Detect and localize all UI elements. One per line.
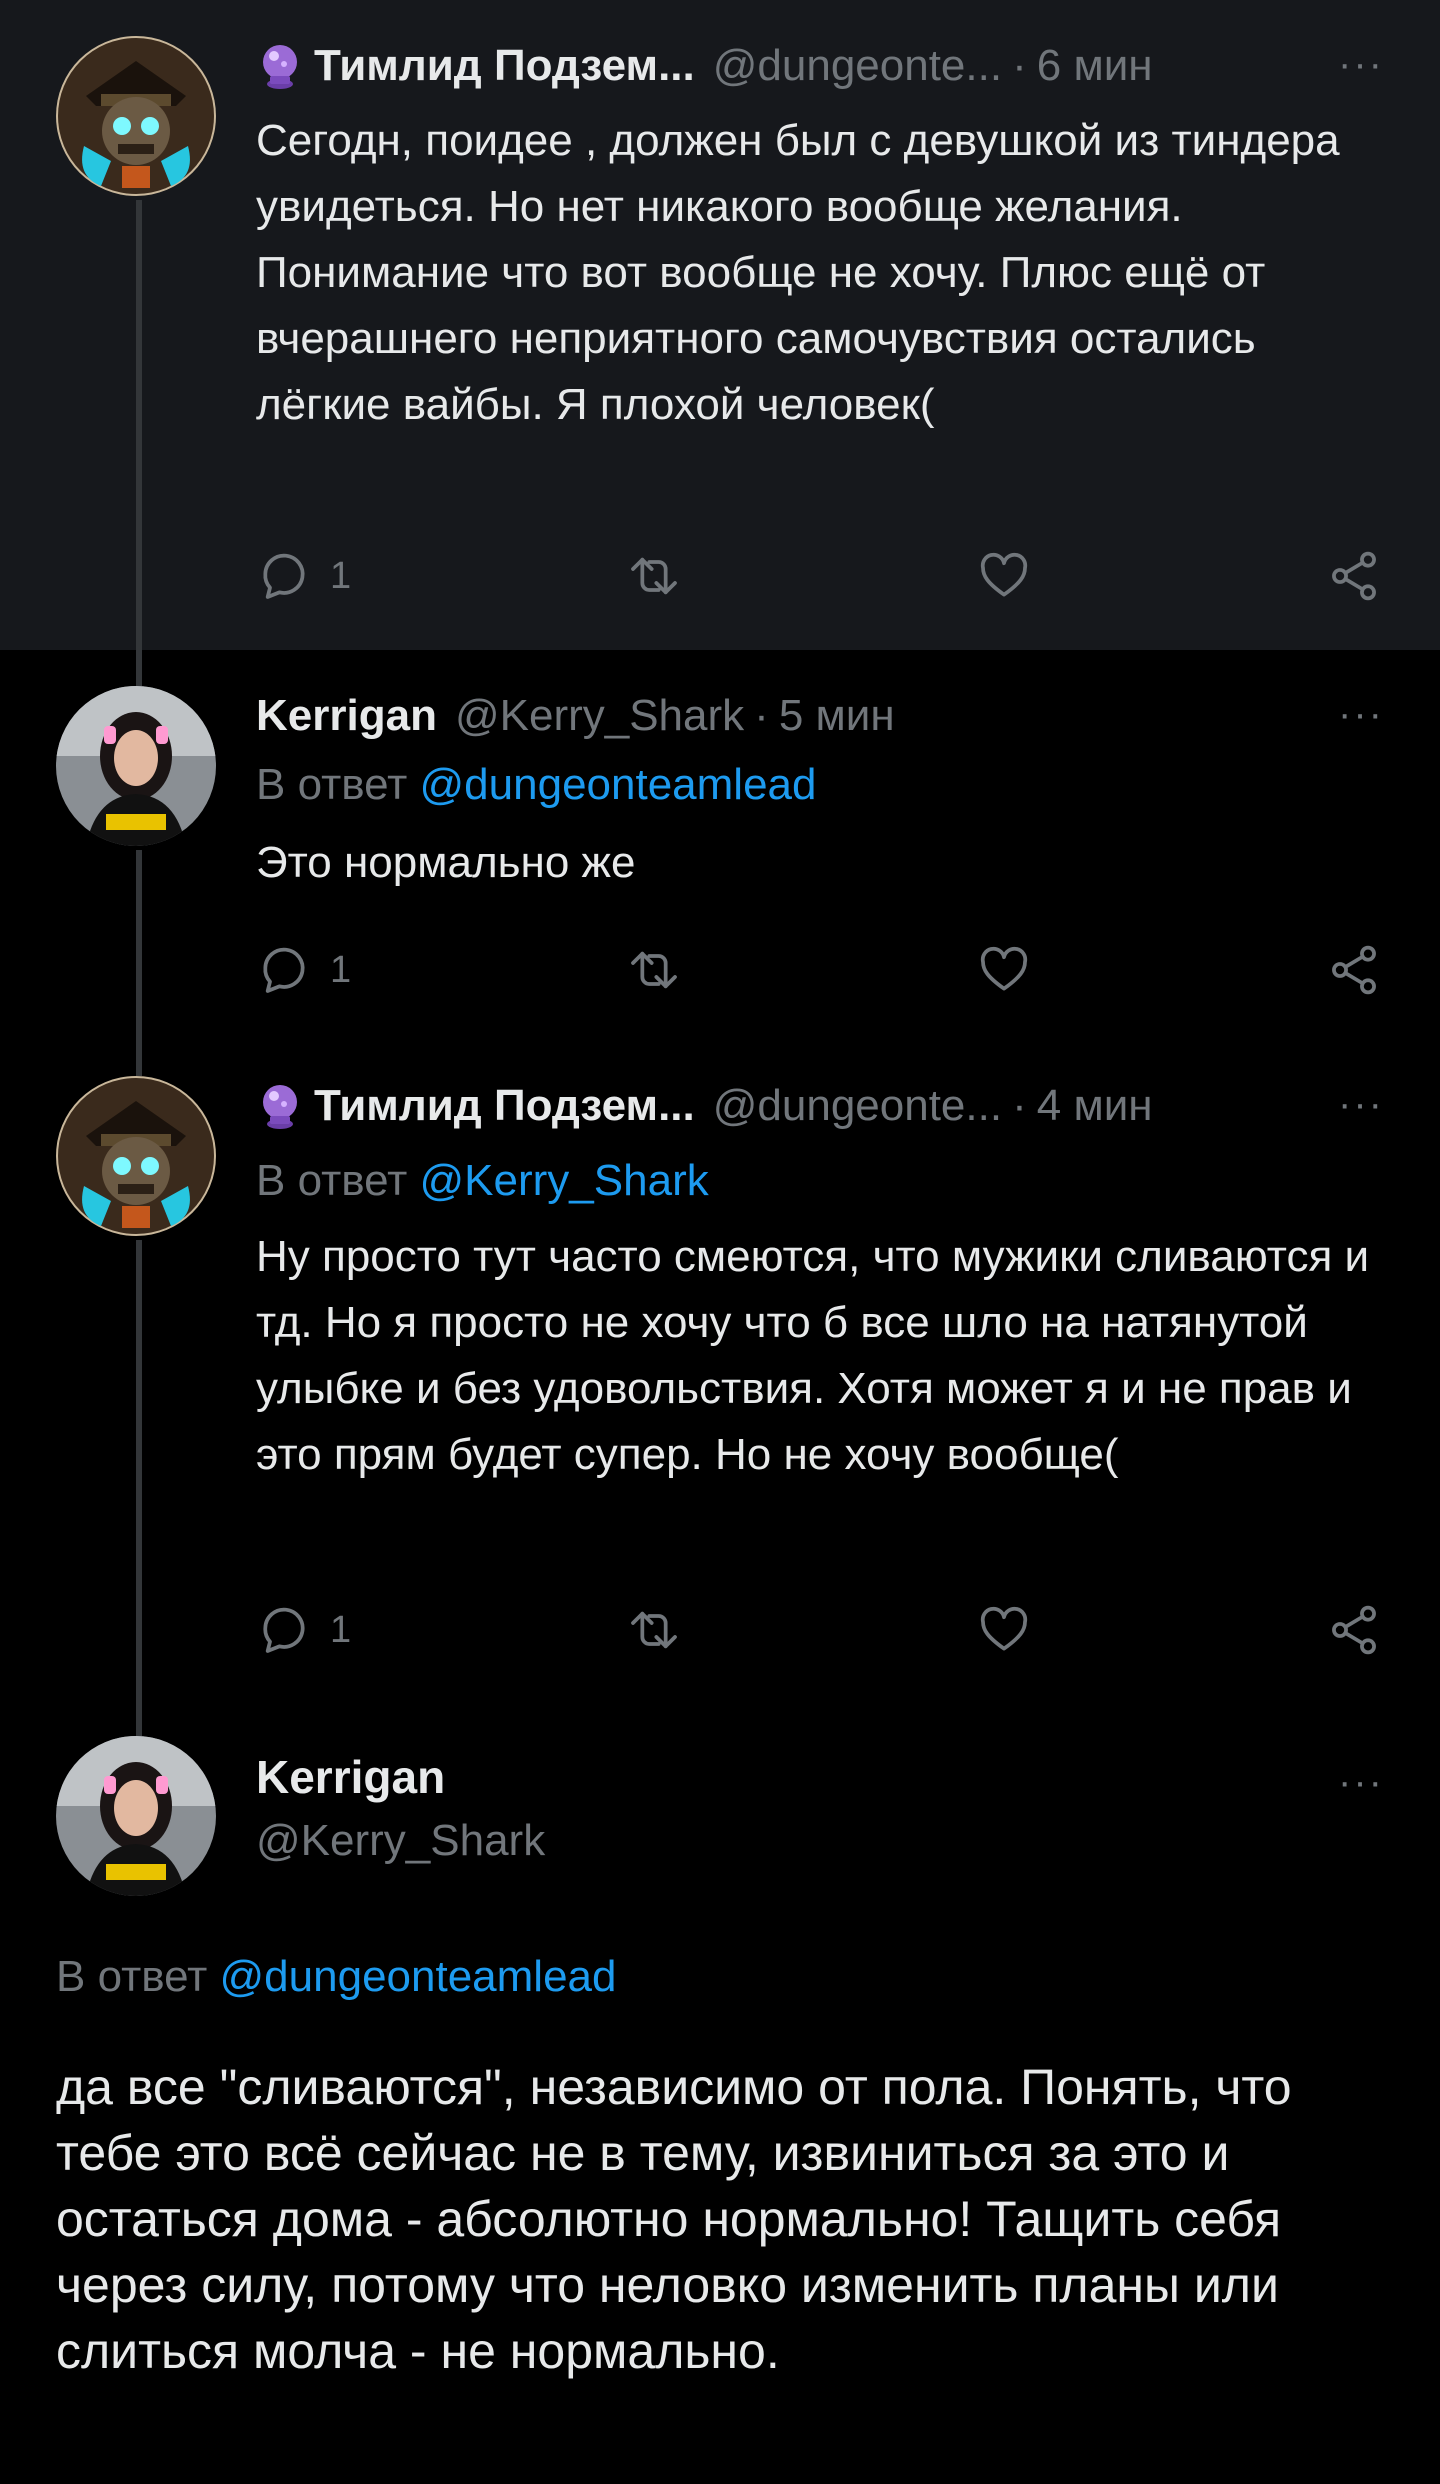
author-name[interactable]: Тимлид Подзем...: [314, 41, 695, 91]
retweet-button[interactable]: [626, 546, 682, 606]
retweet-button[interactable]: [626, 1600, 682, 1660]
mention-link[interactable]: @Kerry_Shark: [420, 1156, 709, 1205]
author-handle[interactable]: @dungeonte...: [713, 41, 1002, 91]
tweet-actions: 1: [256, 1600, 1386, 1660]
author-handle[interactable]: @Kerry_Shark: [256, 1816, 545, 1866]
avatar-kerry-shark[interactable]: [56, 1736, 216, 1896]
thread-line: [136, 850, 142, 1060]
share-button[interactable]: [1326, 940, 1382, 1000]
share-icon: [1332, 1605, 1376, 1655]
timestamp[interactable]: 4 мин: [1037, 1081, 1153, 1131]
reply-prefix: В ответ: [56, 1952, 208, 2001]
tweet-actions: 1: [256, 546, 1386, 606]
reply-context: В ответ @dungeonteamlead: [56, 1952, 616, 2002]
reply-count: 1: [330, 948, 352, 991]
timestamp[interactable]: 5 мин: [779, 691, 895, 741]
like-button[interactable]: [976, 1600, 1032, 1660]
tweet-3[interactable]: Тимлид Подзем... @dungeonte... · 4 мин ·…: [0, 1060, 1440, 1720]
share-icon: [1332, 945, 1376, 995]
thread-line: [136, 1720, 142, 1736]
author-name[interactable]: Kerrigan: [256, 1750, 445, 1804]
crystal-ball-icon: [256, 42, 304, 90]
author-handle[interactable]: @dungeonte...: [713, 1081, 1002, 1131]
reply-icon: [263, 1607, 305, 1653]
tweet-actions: 1: [256, 940, 1386, 1000]
thread-line: [136, 1060, 142, 1076]
avatar-kerry-shark[interactable]: [56, 686, 216, 846]
like-button[interactable]: [976, 940, 1032, 1000]
tweet-text: Ну просто тут часто смеются, что мужики …: [256, 1232, 1370, 1479]
thread-line: [136, 1240, 142, 1720]
retweet-icon: [631, 557, 677, 595]
reply-context: В ответ @dungeonteamlead: [256, 760, 816, 810]
avatar-image: [56, 1076, 216, 1236]
separator-dot: ·: [1012, 1081, 1027, 1130]
reply-button[interactable]: 1: [256, 1600, 351, 1660]
share-icon: [1332, 551, 1376, 601]
thread-line: [136, 650, 142, 686]
avatar-dungeonteamlead[interactable]: [56, 1076, 216, 1236]
tweet-header: Kerrigan @Kerry_Shark · 5 мин: [256, 686, 1400, 746]
reply-prefix: В ответ: [256, 760, 408, 809]
reply-icon: [263, 553, 305, 599]
tweet-text: да все "сливаются", независимо от пола. …: [56, 2059, 1292, 2379]
separator-dot: ·: [754, 691, 769, 740]
separator-dot: ·: [1012, 41, 1027, 90]
share-button[interactable]: [1326, 546, 1382, 606]
more-options-icon[interactable]: ···: [1338, 1084, 1384, 1124]
reply-context: В ответ @Kerry_Shark: [256, 1156, 709, 1206]
avatar-image: [56, 36, 216, 196]
author-name[interactable]: Тимлид Подзем...: [314, 1081, 695, 1131]
timestamp[interactable]: 6 мин: [1037, 41, 1153, 91]
tweet-1[interactable]: Тимлид Подзем... @dungeonte... · 6 мин ·…: [0, 0, 1440, 650]
avatar-image: [56, 1736, 216, 1896]
reply-count: 1: [330, 1608, 352, 1651]
mention-link[interactable]: @dungeonteamlead: [420, 760, 817, 809]
heart-icon: [980, 552, 1028, 597]
reply-count: 1: [330, 554, 352, 597]
reply-button[interactable]: 1: [256, 546, 351, 606]
more-options-icon[interactable]: ···: [1338, 1762, 1384, 1802]
heart-icon: [980, 1606, 1028, 1651]
author-handle[interactable]: @Kerry_Shark: [455, 691, 744, 741]
avatar-dungeonteamlead[interactable]: [56, 36, 216, 196]
author-name[interactable]: Kerrigan: [256, 691, 437, 741]
tweet-text: Сегодн, поидее , должен был с девушкой и…: [256, 116, 1340, 429]
avatar-image: [56, 686, 216, 846]
thread-line: [136, 200, 142, 650]
retweet-icon: [631, 951, 677, 989]
tweet-2[interactable]: Kerrigan @Kerry_Shark · 5 мин ··· В отве…: [0, 650, 1440, 1060]
retweet-button[interactable]: [626, 940, 682, 1000]
crystal-ball-icon: [256, 1082, 304, 1130]
reply-prefix: В ответ: [256, 1156, 408, 1205]
heart-icon: [980, 946, 1028, 991]
like-button[interactable]: [976, 546, 1032, 606]
mention-link[interactable]: @dungeonteamlead: [220, 1952, 617, 2001]
reply-icon: [263, 947, 305, 993]
tweet-header: Тимлид Подзем... @dungeonte... · 6 мин: [256, 36, 1400, 96]
tweet-4-focused[interactable]: Kerrigan @Kerry_Shark ··· В ответ @dunge…: [0, 1720, 1440, 2484]
more-options-icon[interactable]: ···: [1338, 44, 1384, 84]
tweet-text: Это нормально же: [256, 838, 636, 887]
tweet-header: Тимлид Подзем... @dungeonte... · 4 мин: [256, 1076, 1400, 1136]
more-options-icon[interactable]: ···: [1338, 694, 1384, 734]
retweet-icon: [631, 1611, 677, 1649]
share-button[interactable]: [1326, 1600, 1382, 1660]
reply-button[interactable]: 1: [256, 940, 351, 1000]
